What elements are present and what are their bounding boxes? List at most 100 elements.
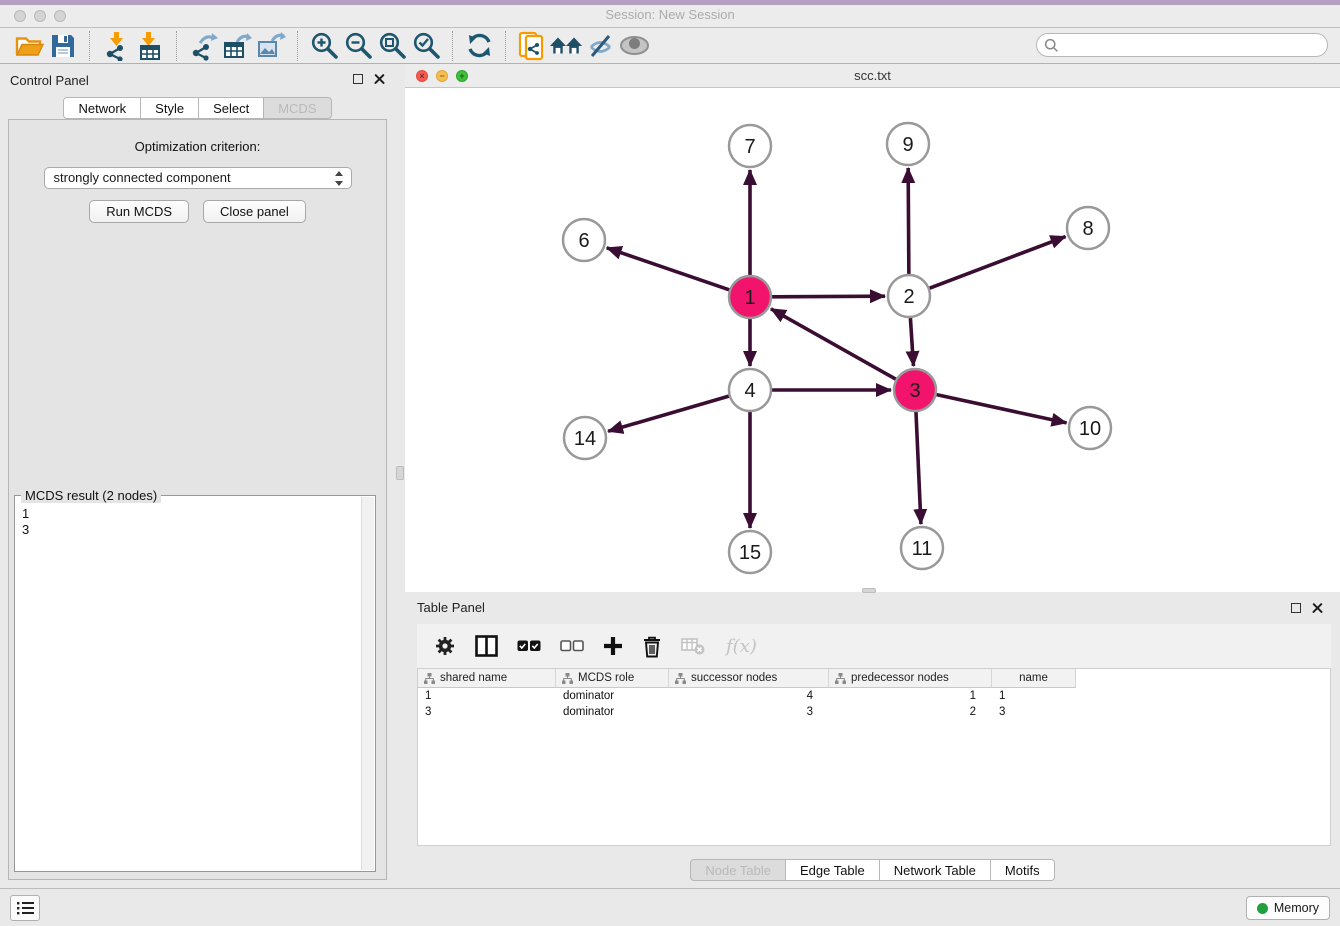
main-toolbar: [0, 28, 1340, 64]
graph-edge-2-9[interactable]: [908, 168, 909, 274]
graph-edge-3-1[interactable]: [771, 309, 896, 379]
hierarchy-icon: [675, 673, 686, 684]
mcds-result-line: 1: [22, 506, 369, 522]
import-table-icon: [136, 31, 164, 61]
zoom-fit-icon: [378, 31, 407, 60]
open-file-button[interactable]: [12, 30, 46, 62]
column-header-successor-nodes[interactable]: successor nodes: [669, 669, 829, 688]
unselect-all-button[interactable]: [560, 639, 584, 653]
first-neighbors-button[interactable]: [549, 30, 583, 62]
import-table-button[interactable]: [133, 30, 167, 62]
show-graphics-details-button[interactable]: [617, 30, 651, 62]
save-session-button[interactable]: [46, 30, 80, 62]
graph-edge-3-11[interactable]: [916, 412, 921, 524]
show-column-button[interactable]: [475, 635, 498, 657]
column-header-shared-name[interactable]: shared name: [418, 669, 556, 688]
function-builder-button[interactable]: f(x): [726, 636, 757, 657]
zoom-out-button[interactable]: [341, 30, 375, 62]
task-history-button[interactable]: [10, 895, 40, 921]
close-panel-icon[interactable]: [374, 73, 385, 84]
close-table-panel-icon[interactable]: [1312, 602, 1323, 613]
network-canvas[interactable]: 7968124314101511: [405, 88, 1340, 591]
open-folder-icon: [14, 32, 44, 59]
graph-edge-2-3[interactable]: [910, 318, 913, 366]
select-all-icon: [517, 639, 541, 653]
zoom-in-button[interactable]: [307, 30, 341, 62]
tab-edge-table[interactable]: Edge Table: [785, 859, 880, 881]
unselect-all-icon: [560, 639, 584, 653]
table-settings-button[interactable]: [434, 635, 456, 657]
import-network-icon: [101, 31, 131, 61]
result-scrollbar[interactable]: [361, 497, 374, 870]
tab-select[interactable]: Select: [198, 97, 264, 119]
horizontal-splitter-handle[interactable]: [862, 588, 876, 593]
export-image-button[interactable]: [254, 30, 288, 62]
columns-icon: [475, 635, 498, 657]
graph-edge-1-6[interactable]: [607, 248, 729, 290]
table-panel-title: Table Panel: [417, 600, 485, 615]
tab-network[interactable]: Network: [63, 97, 141, 119]
tab-style[interactable]: Style: [140, 97, 199, 119]
gear-icon: [434, 635, 456, 657]
mcds-result-line: 3: [22, 522, 369, 538]
optimization-criterion-value: strongly connected component: [54, 170, 231, 185]
optimization-criterion-select[interactable]: strongly connected component: [44, 167, 352, 189]
optimization-criterion-label: Optimization criterion:: [9, 139, 386, 154]
graph-node-label-11: 11: [912, 538, 933, 560]
table-tabs: Node Table Edge Table Network Table Moti…: [405, 859, 1340, 881]
network-graph[interactable]: 7968124314101511: [405, 88, 1340, 591]
toolbar-separator: [176, 31, 177, 61]
run-mcds-button[interactable]: Run MCDS: [89, 200, 189, 223]
control-panel-header: Control Panel: [0, 64, 395, 96]
column-header-predecessor-nodes[interactable]: predecessor nodes: [829, 669, 992, 688]
delete-row-button[interactable]: [642, 635, 662, 658]
tab-motifs[interactable]: Motifs: [990, 859, 1055, 881]
column-label: shared name: [440, 672, 507, 684]
list-icon: [17, 901, 34, 915]
column-header-mcds-role[interactable]: MCDS role: [556, 669, 669, 688]
delete-table-button[interactable]: [681, 636, 707, 656]
tab-network-table[interactable]: Network Table: [879, 859, 991, 881]
close-panel-button[interactable]: Close panel: [203, 200, 306, 223]
zoom-in-icon: [310, 31, 339, 60]
export-table-button[interactable]: [220, 30, 254, 62]
zoom-fit-button[interactable]: [375, 30, 409, 62]
tab-mcds[interactable]: MCDS: [263, 97, 331, 119]
table-row[interactable]: 1 dominator 4 1 1: [418, 688, 1330, 704]
toolbar-separator: [89, 31, 90, 61]
vertical-splitter-handle[interactable]: [396, 466, 404, 480]
search-box[interactable]: [1036, 33, 1328, 57]
control-panel-title: Control Panel: [10, 73, 89, 88]
graph-edge-3-10[interactable]: [936, 395, 1066, 423]
column-header-name[interactable]: name: [992, 669, 1076, 688]
add-row-button[interactable]: [603, 636, 623, 656]
cell-name: 3: [992, 706, 1076, 718]
refresh-button[interactable]: [462, 30, 496, 62]
export-network-button[interactable]: [186, 30, 220, 62]
graph-edge-4-14[interactable]: [608, 396, 729, 431]
graph-edge-2-8[interactable]: [930, 237, 1066, 289]
import-network-button[interactable]: [99, 30, 133, 62]
hide-graphics-details-button[interactable]: [583, 30, 617, 62]
float-panel-icon[interactable]: [353, 74, 363, 84]
node-table[interactable]: shared name MCDS role successor nodes pr…: [417, 668, 1331, 846]
search-input[interactable]: [1063, 36, 1327, 54]
new-network-from-selection-button[interactable]: [515, 30, 549, 62]
toolbar-separator: [297, 31, 298, 61]
graph-node-label-14: 14: [574, 428, 596, 450]
tab-node-table[interactable]: Node Table: [690, 859, 786, 881]
memory-button[interactable]: Memory: [1246, 896, 1330, 920]
save-disk-icon: [50, 33, 76, 59]
table-row[interactable]: 3 dominator 3 2 3: [418, 704, 1330, 720]
mcds-result-box: MCDS result (2 nodes) 1 3: [14, 495, 376, 872]
status-bar: Memory: [0, 888, 1340, 926]
zoom-selected-button[interactable]: [409, 30, 443, 62]
export-network-icon: [188, 31, 218, 61]
float-table-panel-icon[interactable]: [1291, 603, 1301, 613]
cell-mcds-role: dominator: [556, 690, 669, 702]
eye-icon: [619, 35, 650, 56]
graph-node-label-15: 15: [739, 542, 761, 564]
select-all-button[interactable]: [517, 639, 541, 653]
graph-edge-1-2[interactable]: [772, 296, 885, 297]
table-toolbar: f(x): [417, 624, 1331, 668]
